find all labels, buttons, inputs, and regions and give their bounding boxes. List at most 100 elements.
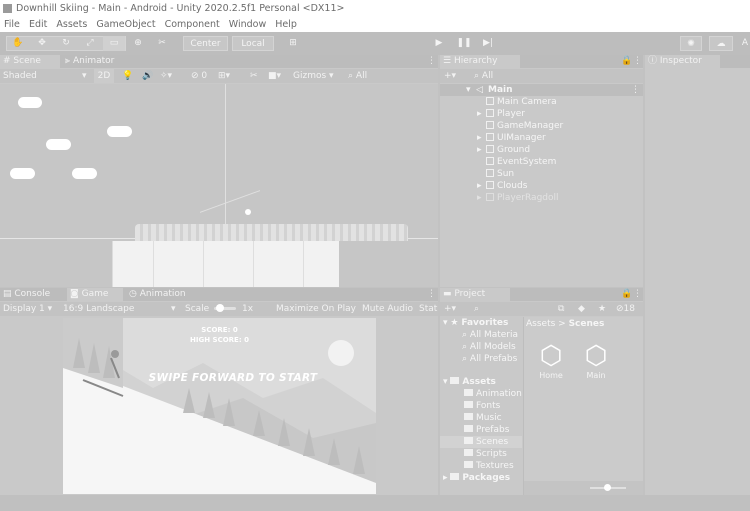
assets-section[interactable]: ▾ Assets	[443, 376, 496, 388]
hierarchy-item[interactable]: GameManager	[440, 120, 643, 132]
camera-icon[interactable]: ■▾	[268, 69, 281, 83]
tab-inspector[interactable]: ⓘ Inspector	[645, 55, 720, 68]
hierarchy-item[interactable]: ▸ UIManager	[440, 132, 643, 144]
maximize-on-play-toggle[interactable]: Maximize On Play	[276, 302, 356, 316]
rect-tool-icon[interactable]: ▭	[103, 36, 125, 51]
gamepad-icon: ◙	[70, 289, 79, 299]
shading-mode-dropdown[interactable]: Shaded	[3, 69, 37, 83]
hidden-packages-icon[interactable]: ⊘18	[616, 302, 635, 316]
scene-asset-main[interactable]: ⬡ Main	[581, 341, 611, 380]
rotate-tool-icon[interactable]: ↻	[58, 36, 74, 51]
asset-folder[interactable]: Fonts	[464, 400, 500, 412]
stats-toggle[interactable]: Stat	[419, 302, 438, 316]
more-options-icon[interactable]: ⋮	[424, 55, 436, 68]
tab-animation[interactable]: ◷ Animation	[126, 288, 206, 301]
pivot-center-toggle[interactable]: Center	[183, 36, 228, 51]
menu-gameobject[interactable]: GameObject	[96, 19, 155, 30]
scene-menu-icon[interactable]: ⋮	[631, 84, 640, 96]
audio-icon[interactable]: 🔊	[142, 69, 153, 83]
game-view[interactable]: SCORE: 0 HIGH SCORE: 0 SWIPE FORWARD TO …	[63, 318, 376, 494]
scene-root-row[interactable]: ▾ ◁ Main ⋮	[440, 84, 643, 96]
hierarchy-item[interactable]: ▸ Player	[440, 108, 643, 120]
gizmos-dropdown[interactable]: Gizmos ▾	[293, 69, 334, 83]
more-options-icon[interactable]: ⋮	[424, 288, 436, 301]
create-asset-button[interactable]: +▾	[444, 302, 456, 316]
pivot-local-toggle[interactable]: Local	[232, 36, 274, 51]
tools-icon[interactable]: ✂	[250, 69, 258, 83]
tab-project[interactable]: ▬ Project	[440, 288, 510, 301]
scale-value: 1x	[242, 304, 254, 314]
mode-2d-label: 2D	[97, 71, 111, 81]
hierarchy-item[interactable]: ▸ Clouds	[440, 180, 643, 192]
scene-viewport[interactable]	[0, 84, 438, 287]
menu-assets[interactable]: Assets	[56, 19, 87, 30]
menu-component[interactable]: Component	[165, 19, 220, 30]
search-by-type-icon[interactable]: ⧉	[558, 302, 564, 316]
tab-animator[interactable]: ⫸ Animator	[62, 55, 132, 68]
asset-folder[interactable]: Animation	[464, 388, 522, 400]
pause-button[interactable]: ❚❚	[455, 36, 473, 51]
menu-edit[interactable]: Edit	[29, 19, 47, 30]
icon-size-slider-thumb[interactable]	[604, 484, 611, 491]
project-search-input[interactable]: ⌕	[474, 302, 554, 316]
more-options-icon[interactable]: ⋮	[630, 55, 642, 68]
lock-icon[interactable]: 🔒	[618, 55, 632, 68]
hierarchy-item[interactable]: ▸ Ground	[440, 144, 643, 156]
grid-view-icon[interactable]: ⊞▾	[218, 69, 230, 83]
scale-slider[interactable]	[214, 304, 236, 312]
menu-window[interactable]: Window	[229, 19, 266, 30]
gameobject-icon	[486, 157, 494, 165]
tab-game[interactable]: ◙ Game	[67, 288, 123, 301]
favorite-star-icon[interactable]: ★	[598, 302, 606, 316]
hand-tool-icon[interactable]: ✋	[10, 36, 26, 51]
breadcrumb-assets[interactable]: Assets	[526, 319, 555, 329]
mute-audio-toggle[interactable]: Mute Audio	[362, 302, 413, 316]
hierarchy-item[interactable]: EventSystem	[440, 156, 643, 168]
aspect-dropdown[interactable]: 16:9 Landscape ▾	[63, 302, 178, 316]
hierarchy-search-input[interactable]: ⌕ All	[474, 69, 634, 83]
lock-icon[interactable]: 🔒	[618, 288, 632, 301]
asset-folder[interactable]: Textures	[464, 460, 514, 472]
scene-search-input[interactable]: ⌕ All	[348, 69, 434, 83]
collab-icon[interactable]: ✺	[680, 36, 702, 51]
grid-snap-icon[interactable]: ⊞	[286, 36, 300, 51]
menu-file[interactable]: File	[4, 19, 20, 30]
effects-icon[interactable]: ✧▾	[160, 69, 172, 83]
favorite-item[interactable]: ⌕ All Models	[462, 341, 516, 353]
packages-section[interactable]: ▸ Packages	[443, 472, 510, 484]
step-button[interactable]: ▶|	[479, 36, 497, 51]
lighting-icon[interactable]: 💡	[122, 69, 133, 83]
hierarchy-item[interactable]: Sun	[440, 168, 643, 180]
asset-folder[interactable]: Prefabs	[464, 424, 509, 436]
search-by-label-icon[interactable]: ◆	[578, 302, 585, 316]
asset-folder-selected[interactable]: Scenes	[440, 436, 522, 448]
scale-tool-icon[interactable]: ⤢	[82, 36, 98, 51]
hierarchy-item[interactable]: Main Camera	[440, 96, 643, 108]
breadcrumb-scenes[interactable]: Scenes	[569, 319, 605, 329]
asset-folder[interactable]: Scripts	[464, 448, 507, 460]
favorites-section[interactable]: ▾ ★ Favorites	[443, 317, 508, 329]
asset-folder[interactable]: Music	[464, 412, 502, 424]
move-tool-icon[interactable]: ✥	[34, 36, 50, 51]
gizmos-label: Gizmos	[293, 71, 327, 81]
scale-slider-thumb[interactable]	[216, 304, 224, 312]
favorite-item[interactable]: ⌕ All Prefabs	[462, 353, 517, 365]
tab-scene[interactable]: # Scene	[0, 55, 60, 68]
display-dropdown[interactable]: Display 1 ▾	[3, 302, 52, 316]
mode-2d-toggle[interactable]: 2D	[94, 69, 114, 83]
cloud-icon[interactable]: ☁	[709, 36, 733, 51]
tab-hierarchy[interactable]: ☰ Hierarchy	[440, 55, 520, 68]
menu-help[interactable]: Help	[275, 19, 297, 30]
transform-tool-icon[interactable]: ⊕	[130, 36, 146, 51]
hierarchy-item-disabled[interactable]: ▸ PlayerRagdoll	[440, 192, 643, 204]
play-button[interactable]: ▶	[430, 36, 448, 51]
favorite-item[interactable]: ⌕ All Materia	[462, 329, 522, 341]
visibility-icon[interactable]: ⊘ 0	[191, 69, 207, 83]
tab-console[interactable]: ▤ Console	[0, 288, 64, 301]
account-button[interactable]: A	[740, 36, 750, 51]
custom-tool-icon[interactable]: ✂	[154, 36, 170, 51]
hierarchy-toolbar: +▾ ⌕ All	[440, 69, 643, 83]
more-options-icon[interactable]: ⋮	[630, 288, 642, 301]
scene-asset-home[interactable]: ⬡ Home	[536, 341, 566, 380]
add-object-button[interactable]: +▾	[444, 69, 456, 83]
